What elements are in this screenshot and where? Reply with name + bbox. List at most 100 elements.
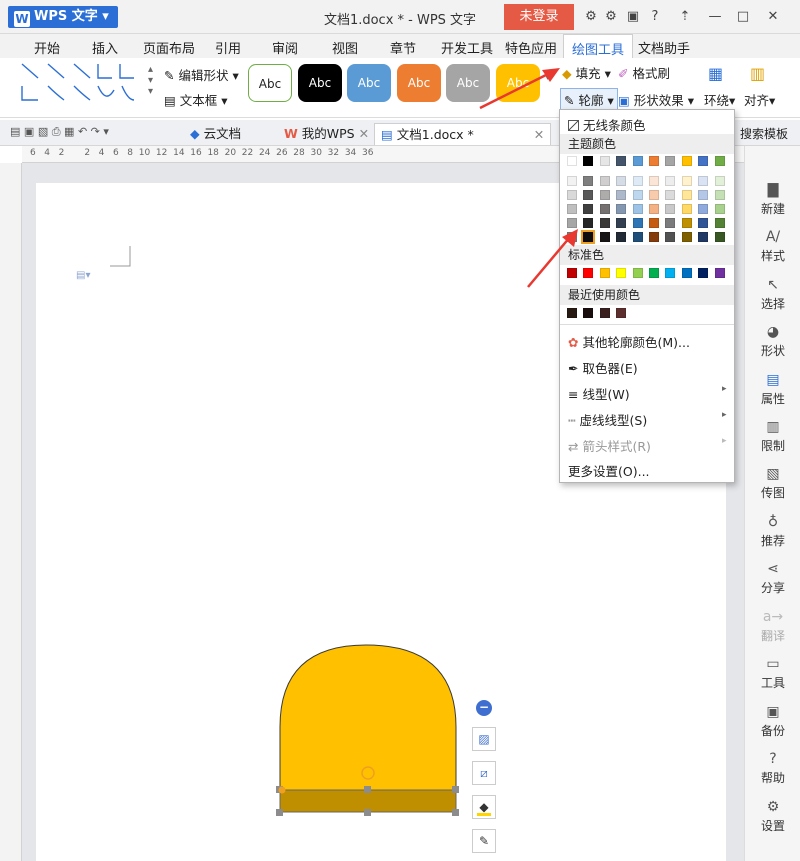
search-template[interactable]: 搜索模板 (734, 123, 794, 145)
print-icon[interactable]: ⎙ (52, 125, 61, 138)
standard-color-swatch[interactable] (665, 268, 676, 278)
sidebar-select[interactable]: ↖ 选择 (745, 277, 800, 312)
customize-icon[interactable]: ▾ (103, 125, 109, 138)
theme-shade-swatch[interactable] (649, 204, 659, 214)
shape-style-3[interactable]: Abc (347, 64, 391, 102)
recent-color-swatch[interactable] (599, 308, 610, 318)
recent-color-swatch[interactable] (583, 308, 594, 318)
vertical-ruler[interactable] (0, 163, 22, 861)
sidebar-help[interactable]: ? 帮助 (745, 751, 800, 786)
theme-shade-swatch[interactable] (681, 190, 692, 200)
shape-style-4[interactable]: Abc (397, 64, 441, 102)
theme-shade-swatch[interactable] (616, 176, 627, 186)
theme-color-swatch[interactable] (698, 156, 709, 166)
theme-shade-swatch[interactable] (681, 176, 692, 186)
menu-page-layout[interactable]: 页面布局 (143, 38, 195, 57)
theme-shade-swatch[interactable] (632, 232, 643, 242)
theme-shade-swatch[interactable] (632, 176, 643, 186)
standard-color-swatch[interactable] (616, 268, 627, 278)
menu-review[interactable]: 审阅 (272, 38, 298, 57)
theme-color-swatch[interactable] (714, 156, 725, 166)
theme-color-swatch[interactable] (681, 156, 692, 166)
standard-color-swatch[interactable] (681, 268, 692, 278)
theme-shade-swatch[interactable] (698, 232, 709, 242)
outline-color-icon[interactable]: ✎ (472, 829, 496, 853)
theme-shade-swatch[interactable] (567, 190, 577, 200)
shape-edit-icon[interactable]: ⧄ (472, 761, 496, 785)
theme-shade-swatch[interactable] (665, 232, 676, 242)
theme-shade-swatch[interactable] (632, 218, 643, 228)
theme-shade-swatch[interactable] (632, 190, 643, 200)
shape-style-1[interactable]: Abc (248, 64, 292, 102)
menu-references[interactable]: 引用 (215, 38, 241, 57)
theme-shade-swatch[interactable] (681, 218, 692, 228)
theme-shade-swatch[interactable] (616, 204, 627, 214)
theme-shade-swatch[interactable] (649, 232, 659, 242)
sidebar-backup[interactable]: ▣ 备份 (745, 704, 800, 739)
standard-color-swatch[interactable] (632, 268, 643, 278)
wrap-button[interactable]: 环绕▾ (704, 90, 735, 109)
theme-color-swatch[interactable] (649, 156, 659, 166)
sidebar-share[interactable]: ⋖ 分享 (745, 561, 800, 596)
sidebar-settings[interactable]: ⚙ 设置 (745, 799, 800, 834)
sidebar-tools[interactable]: ▭ 工具 (745, 656, 800, 691)
more-settings-item[interactable]: 更多设置(O)... (568, 461, 650, 480)
theme-shade-swatch[interactable] (649, 176, 659, 186)
edit-shape-button[interactable]: ✎ 编辑形状 ▾ (164, 65, 239, 84)
theme-shade-swatch[interactable] (714, 232, 725, 242)
theme-color-swatch[interactable] (632, 156, 643, 166)
gallery-scroll-icon[interactable]: ▴ ▾ ▾ (148, 64, 153, 97)
tab-my-wps[interactable]: W 我的WPS ✕ (278, 123, 375, 145)
theme-color-swatch[interactable] (567, 156, 577, 166)
theme-shade-swatch[interactable] (649, 218, 659, 228)
menu-view[interactable]: 视图 (332, 38, 358, 57)
standard-color-swatch[interactable] (599, 268, 610, 278)
eyedropper-item[interactable]: ✒ 取色器(E) (568, 358, 638, 377)
menu-doc-assistant[interactable]: 文档助手 (638, 38, 690, 57)
sidebar-recommend[interactable]: ♁ 推荐 (745, 514, 800, 549)
menu-chapter[interactable]: 章节 (390, 38, 416, 57)
theme-shade-swatch[interactable] (665, 204, 676, 214)
theme-shade-swatch[interactable] (599, 176, 610, 186)
standard-color-swatch[interactable] (698, 268, 709, 278)
theme-shade-swatch[interactable] (665, 176, 676, 186)
theme-shade-swatch[interactable] (567, 176, 577, 186)
theme-shade-swatch[interactable] (698, 190, 709, 200)
tab-close-icon[interactable]: ✕ (359, 126, 369, 141)
sidebar-upload-image[interactable]: ▧ 传图 (745, 466, 800, 501)
theme-shade-swatch[interactable] (714, 204, 725, 214)
recent-color-swatch[interactable] (567, 308, 577, 318)
theme-shade-swatch[interactable] (665, 190, 676, 200)
layout-options-icon[interactable]: ▨ (472, 727, 496, 751)
more-outline-colors-item[interactable]: ✿ 其他轮廓颜色(M)... (568, 332, 690, 351)
no-line-color-item[interactable]: 无线条颜色 (568, 115, 646, 134)
standard-color-swatch[interactable] (649, 268, 659, 278)
undo-icon[interactable]: ↶ (78, 125, 87, 138)
theme-shade-swatch[interactable] (698, 218, 709, 228)
fill-color-icon[interactable]: ◆ (472, 795, 496, 819)
theme-shade-swatch[interactable] (583, 176, 594, 186)
menu-special[interactable]: 特色应用 (505, 38, 557, 57)
theme-shade-swatch[interactable] (599, 218, 610, 228)
export-icon[interactable]: ▧ (38, 125, 48, 138)
theme-shade-swatch[interactable] (714, 218, 725, 228)
gear-icon[interactable]: ⚙ (602, 8, 620, 26)
open-icon[interactable]: ▤ (10, 125, 20, 138)
theme-shade-swatch[interactable] (649, 190, 659, 200)
wrap-icon[interactable]: ▦ (708, 64, 723, 83)
theme-shade-swatch[interactable] (632, 204, 643, 214)
recent-color-swatch[interactable] (616, 308, 627, 318)
sidebar-shapes[interactable]: ◕ 形状 (745, 324, 800, 359)
skin-icon[interactable]: ⚙ (582, 8, 600, 26)
menu-drawing-tools[interactable]: 绘图工具 (563, 34, 634, 58)
sidebar-restrict[interactable]: ▥ 限制 (745, 419, 800, 454)
arrow-style-item[interactable]: ⇄ 箭头样式(R) ▸ (568, 436, 727, 455)
theme-shade-swatch[interactable] (567, 204, 577, 214)
sidebar-properties[interactable]: ▤ 属性 (745, 372, 800, 407)
theme-shade-swatch[interactable] (616, 218, 627, 228)
theme-shade-swatch[interactable] (583, 204, 594, 214)
format-brush-button[interactable]: ✐ 格式刷 (618, 63, 670, 82)
line-shapes-gallery[interactable] (18, 60, 140, 106)
theme-shade-swatch[interactable] (616, 190, 627, 200)
theme-color-swatch[interactable] (599, 156, 610, 166)
